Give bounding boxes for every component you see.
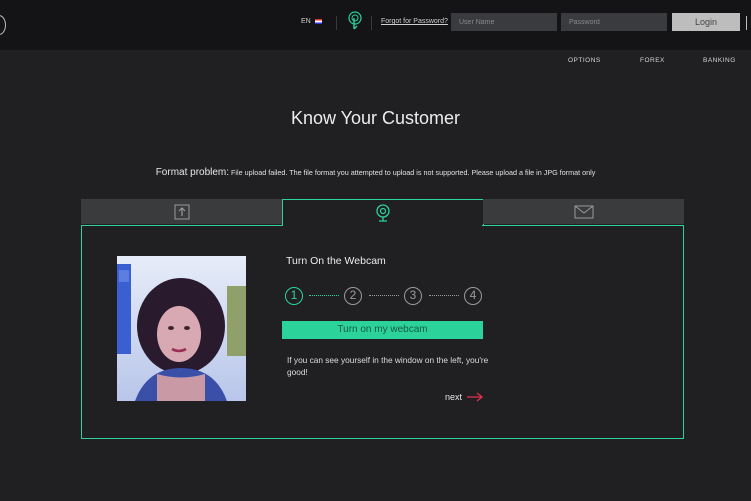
step-1: 1 <box>285 287 303 305</box>
next-label: next <box>445 392 463 402</box>
webcam-hint: If you can see yourself in the window on… <box>287 355 489 377</box>
step-3: 3 <box>404 287 422 305</box>
forgot-password-link[interactable]: Forgot for Password? <box>381 18 448 25</box>
tab-email[interactable] <box>483 199 684 224</box>
tab-upload[interactable] <box>81 199 283 224</box>
divider <box>746 16 747 30</box>
flag-icon <box>314 19 322 24</box>
language-selector[interactable]: EN <box>301 18 322 25</box>
step-connector <box>369 295 399 296</box>
step-2: 2 <box>344 287 362 305</box>
next-button[interactable]: next <box>445 392 484 402</box>
format-error-message: Format problem: File upload failed. The … <box>0 167 751 178</box>
nav-item-banking[interactable]: BANKING <box>703 57 736 64</box>
step-connector <box>309 295 339 296</box>
webcam-icon <box>376 204 390 222</box>
webcam-preview <box>117 256 246 401</box>
tab-webcam[interactable] <box>282 199 484 226</box>
step-connector <box>429 295 459 296</box>
page-title: Know Your Customer <box>290 108 461 128</box>
divider <box>336 16 337 30</box>
language-label: EN <box>301 18 311 25</box>
nav-item-options[interactable]: OPTIONS <box>568 57 601 64</box>
login-button[interactable]: Login <box>672 13 740 31</box>
format-error-label: Format problem: <box>155 167 230 178</box>
step-title: Turn On the Webcam <box>286 255 386 267</box>
envelope-icon <box>574 205 593 218</box>
password-input[interactable] <box>561 13 667 31</box>
arrow-right-icon <box>467 392 484 402</box>
step-4: 4 <box>464 287 482 305</box>
format-error-text: File upload failed. The file format you … <box>231 168 596 177</box>
turn-on-webcam-button[interactable]: Turn on my webcam <box>282 321 483 339</box>
logo-icon[interactable] <box>0 15 6 35</box>
upload-icon <box>174 204 190 219</box>
username-input[interactable] <box>451 13 557 31</box>
top-bar: EN Forgot for Password? Login <box>0 0 751 50</box>
divider <box>371 16 372 30</box>
webcam-preview-image <box>117 256 246 401</box>
nav-item-forex[interactable]: FOREX <box>640 57 665 64</box>
fingerprint-touch-icon[interactable] <box>344 10 366 32</box>
